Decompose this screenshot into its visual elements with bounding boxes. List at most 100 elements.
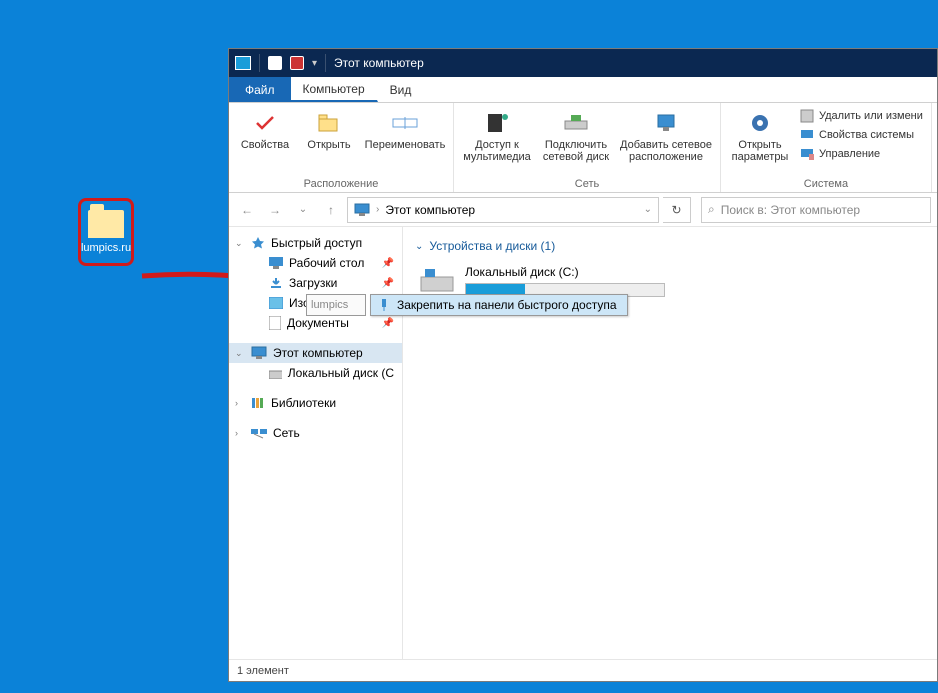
pin-icon: 📌 — [382, 318, 394, 329]
libraries-icon — [251, 396, 265, 410]
media-icon — [483, 109, 511, 137]
label: Библиотеки — [271, 396, 336, 410]
label: Рабочий стол — [289, 256, 364, 270]
uninstall-button[interactable]: Удалить или измени — [797, 107, 925, 125]
label: Устройства и диски (1) — [429, 239, 555, 253]
tab-view[interactable]: Вид — [378, 77, 425, 102]
ribbon: Свойства Открыть Переименовать Расположе… — [229, 103, 937, 193]
label: lumpics — [311, 299, 348, 311]
label: Свойства системы — [819, 129, 914, 141]
status-bar: 1 элемент — [229, 659, 937, 681]
this-pc-icon — [354, 203, 370, 217]
properties-button[interactable]: Свойства — [235, 107, 295, 153]
address-bar[interactable]: › Этот компьютер ⌄ — [347, 197, 659, 223]
navigation-pane: ⌄ Быстрый доступ Рабочий стол 📌 Загрузки… — [229, 227, 403, 659]
this-pc-icon — [235, 56, 251, 70]
media-access-button[interactable]: Доступ к мультимедиа — [460, 107, 534, 165]
label: Загрузки — [289, 276, 337, 290]
label: Добавить сетевое расположение — [620, 139, 712, 163]
open-folder-icon — [315, 109, 343, 137]
forward-button[interactable]: → — [263, 198, 287, 222]
sidebar-network[interactable]: › Сеть — [229, 423, 402, 443]
chevron-right-icon[interactable]: › — [235, 398, 238, 408]
chevron-down-icon[interactable]: ⌄ — [235, 348, 243, 359]
sidebar-libraries[interactable]: › Библиотеки — [229, 393, 402, 413]
label: Документы — [287, 316, 349, 330]
add-network-location-button[interactable]: Добавить сетевое расположение — [618, 107, 714, 165]
label: Переименовать — [365, 139, 446, 151]
chevron-down-icon[interactable]: ⌄ — [235, 238, 243, 249]
chevron-right-icon[interactable]: › — [235, 428, 238, 438]
ribbon-tabs: Файл Компьютер Вид — [229, 77, 937, 103]
chevron-down-icon: ⌄ — [415, 241, 423, 252]
up-button[interactable]: ↑ — [319, 198, 343, 222]
download-icon — [269, 276, 283, 290]
rename-button[interactable]: Переименовать — [363, 107, 447, 153]
drive-name: Локальный диск (С:) — [465, 265, 665, 279]
window-title: Этот компьютер — [334, 56, 424, 70]
quick-access-properties-icon[interactable] — [290, 56, 304, 70]
sidebar-desktop[interactable]: Рабочий стол 📌 — [229, 253, 402, 273]
chevron-right-icon[interactable]: › — [376, 204, 379, 215]
this-pc-icon — [251, 346, 267, 360]
system-properties-button[interactable]: Свойства системы — [797, 126, 925, 144]
drag-ghost-folder: lumpics — [306, 294, 366, 316]
separator — [325, 54, 326, 72]
content-pane[interactable]: ⌄ Устройства и диски (1) Локальный диск … — [403, 227, 937, 659]
ribbon-group-network: Доступ к мультимедиа Подключить сетевой … — [454, 103, 721, 192]
folder-icon — [88, 210, 124, 238]
tab-computer[interactable]: Компьютер — [291, 77, 378, 102]
open-button[interactable]: Открыть — [299, 107, 359, 153]
map-drive-button[interactable]: Подключить сетевой диск — [538, 107, 614, 165]
label: Этот компьютер — [273, 346, 363, 360]
sidebar-documents[interactable]: Документы 📌 — [229, 313, 402, 333]
window-body: ⌄ Быстрый доступ Рабочий стол 📌 Загрузки… — [229, 227, 937, 659]
search-input[interactable]: ⌕ Поиск в: Этот компьютер — [701, 197, 931, 223]
label: Подключить сетевой диск — [540, 139, 612, 163]
chevron-down-icon[interactable]: ⌄ — [644, 204, 652, 215]
sidebar-downloads[interactable]: Загрузки 📌 — [229, 273, 402, 293]
devices-section-header[interactable]: ⌄ Устройства и диски (1) — [415, 239, 925, 253]
manage-icon — [799, 146, 815, 162]
navigation-bar: ← → ⌄ ↑ › Этот компьютер ⌄ ↻ ⌕ Поиск в: … — [229, 193, 937, 227]
network-icon — [251, 427, 267, 439]
label: Открыть — [307, 139, 350, 151]
desktop-folder-lumpics[interactable]: lumpics.ru — [78, 198, 134, 266]
checkmark-icon — [251, 109, 279, 137]
drive-info: Локальный диск (С:) — [465, 265, 665, 297]
uninstall-icon — [799, 108, 815, 124]
desktop-icon — [269, 257, 283, 269]
label: Управление — [819, 148, 880, 160]
document-icon — [269, 316, 281, 330]
group-label: Расположение — [304, 178, 379, 190]
sidebar-local-disk[interactable]: Локальный диск (С — [229, 363, 402, 383]
search-icon: ⌕ — [708, 202, 715, 217]
status-text: 1 элемент — [237, 665, 289, 677]
sidebar-this-pc[interactable]: ⌄ Этот компьютер — [229, 343, 402, 363]
label: Свойства — [241, 139, 289, 151]
desktop-icon-label: lumpics.ru — [81, 242, 131, 254]
pin-icon: 📌 — [382, 258, 394, 269]
tab-file[interactable]: Файл — [229, 77, 291, 102]
back-button[interactable]: ← — [235, 198, 259, 222]
manage-button[interactable]: Управление — [797, 145, 925, 163]
label: Быстрый доступ — [271, 236, 362, 250]
titlebar[interactable]: ▾ Этот компьютер — [229, 49, 937, 77]
chevron-down-icon[interactable]: ▾ — [312, 58, 317, 69]
pin-icon: 📌 — [382, 278, 394, 289]
drive-icon — [269, 367, 282, 379]
context-pin-to-quick-access[interactable]: Закрепить на панели быстрого доступа — [371, 295, 627, 315]
pin-icon — [377, 298, 391, 312]
drop-context-menu: Закрепить на панели быстрого доступа — [370, 294, 628, 316]
sidebar-quick-access[interactable]: ⌄ Быстрый доступ — [229, 233, 402, 253]
label: Удалить или измени — [819, 110, 923, 122]
label: Доступ к мультимедиа — [462, 139, 532, 163]
drive-icon — [419, 265, 455, 293]
quick-access-toolbar-icon[interactable] — [268, 56, 282, 70]
open-settings-button[interactable]: Открыть параметры — [727, 107, 793, 165]
add-network-icon — [652, 109, 680, 137]
refresh-button[interactable]: ↻ — [663, 197, 691, 223]
group-label: Сеть — [575, 178, 599, 190]
history-dropdown[interactable]: ⌄ — [291, 198, 315, 222]
gear-icon — [746, 109, 774, 137]
